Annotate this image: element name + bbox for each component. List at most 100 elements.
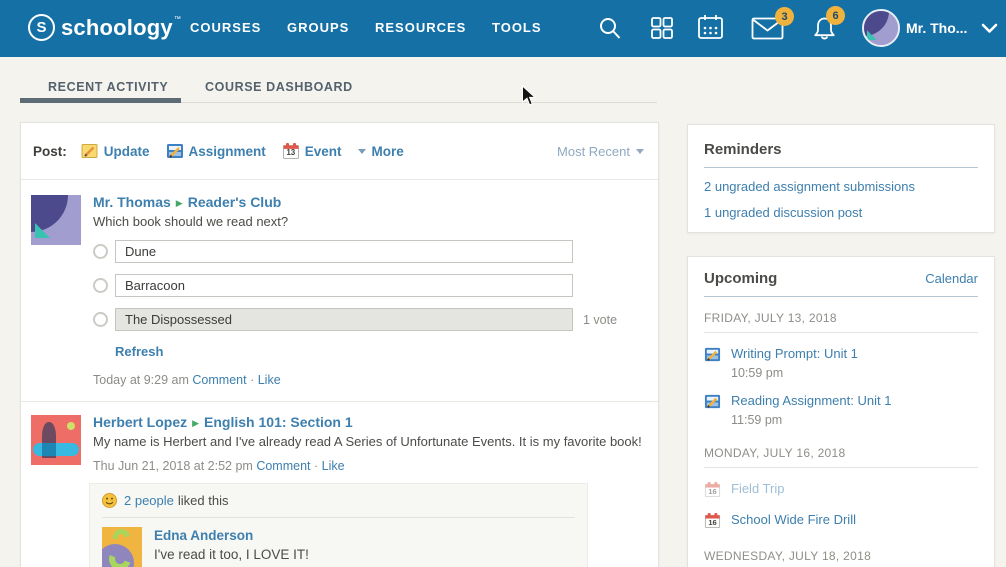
calendar-link[interactable]: Calendar [925, 271, 978, 286]
more-label: More [372, 144, 404, 159]
reminders-header: Reminders [704, 141, 978, 168]
user-avatar[interactable] [862, 9, 900, 47]
poll-radio-barracoon[interactable] [93, 278, 108, 293]
nav-courses[interactable]: COURSES [190, 20, 261, 35]
event-row-fire-drill: 16 School Wide Fire Drill [704, 512, 978, 529]
reminders-card: Reminders 2 ungraded assignment submissi… [687, 124, 995, 233]
event-link-field-trip[interactable]: Field Trip [731, 481, 784, 497]
event-link-writing-prompt[interactable]: Writing Prompt: Unit 1 [731, 346, 858, 362]
poll-meta-row: Today at 9:29 am Comment · Like [93, 373, 646, 387]
tab-course-dashboard[interactable]: COURSE DASHBOARD [205, 80, 353, 94]
post-update-button[interactable]: Update [81, 142, 150, 160]
nav-resources[interactable]: RESOURCES [375, 20, 466, 35]
poll-like-link[interactable]: Like [258, 373, 281, 387]
schoology-page: S schoology ™ COURSES GROUPS RESOURCES T… [0, 0, 1006, 567]
mouse-cursor [521, 85, 536, 112]
herbert-lopez-avatar[interactable] [31, 415, 81, 465]
more-caret-icon [358, 149, 366, 154]
search-icon[interactable] [598, 16, 622, 41]
post-composer: Post: Update Assignment 13 Event [21, 123, 658, 180]
smiley-icon [102, 493, 117, 508]
ungraded-discussion-link[interactable]: 1 ungraded discussion post [704, 205, 978, 220]
chevron-down-icon[interactable] [981, 23, 998, 34]
update-icon [81, 142, 99, 160]
event-icon: 16 [704, 512, 721, 529]
date-header-friday: FRIDAY, JULY 13, 2018 [704, 311, 978, 333]
trademark-mark: ™ [174, 16, 181, 23]
poll-byline: Mr. Thomas ▶ Reader's Club [93, 194, 646, 210]
update-label: Update [104, 144, 150, 159]
post-assignment-button[interactable]: Assignment [166, 142, 266, 160]
poll-option-dispossessed[interactable]: The Dispossessed [115, 308, 573, 331]
herbert-byline: Herbert Lopez ▶ English 101: Section 1 [93, 414, 646, 430]
assignment-icon [704, 346, 721, 363]
mr-thomas-avatar-art [31, 195, 81, 245]
herbert-comment-link[interactable]: Comment [256, 459, 310, 473]
date-header-wednesday: WEDNESDAY, JULY 18, 2018 [704, 549, 978, 567]
course-link-readers-club[interactable]: Reader's Club [188, 194, 282, 210]
poll-vote-count: 1 vote [583, 313, 617, 327]
post-label: Post: [33, 144, 67, 159]
liked-this-text: liked this [178, 493, 229, 508]
messages-icon[interactable]: 3 [751, 17, 784, 40]
herbert-post-body: My name is Herbert and I've already read… [93, 434, 646, 449]
user-menu-name[interactable]: Mr. Tho... [906, 20, 967, 36]
activity-feed-card: Post: Update Assignment 13 Event [20, 122, 659, 567]
edna-avatar-art [102, 527, 142, 567]
nav-tools[interactable]: TOOLS [492, 20, 542, 35]
herbert-meta-row: Thu Jun 21, 2018 at 2:52 pm Comment · Li… [93, 459, 646, 473]
notifications-bell-icon[interactable]: 6 [811, 15, 838, 43]
poll-refresh-link[interactable]: Refresh [115, 344, 163, 359]
apps-grid-icon[interactable] [650, 16, 674, 40]
poll-radio-dune[interactable] [93, 244, 108, 259]
event-link-reading-assignment[interactable]: Reading Assignment: Unit 1 [731, 393, 891, 409]
messages-badge: 3 [775, 7, 794, 26]
comment-author-link[interactable]: Edna Anderson [154, 528, 253, 543]
likes-row: 2 people liked this [102, 493, 575, 518]
ungraded-assignments-link[interactable]: 2 ungraded assignment submissions [704, 179, 978, 194]
comment-item: Edna Anderson I've read it too, I LOVE I… [102, 527, 575, 567]
event-row-field-trip: 16 Field Trip [704, 481, 978, 498]
poll-option-dune[interactable]: Dune [115, 240, 573, 263]
upcoming-card: Upcoming Calendar FRIDAY, JULY 13, 2018 … [687, 256, 995, 567]
poll-question: Which book should we read next? [93, 214, 646, 229]
poll-timestamp: Today at 9:29 am [93, 373, 189, 387]
sort-most-recent-dropdown[interactable]: Most Recent [557, 144, 644, 159]
author-link-herbert-lopez[interactable]: Herbert Lopez [93, 414, 187, 430]
edna-anderson-avatar[interactable] [102, 527, 142, 567]
event-icon-day: 13 [282, 148, 300, 158]
poll-radio-dispossessed[interactable] [93, 312, 108, 327]
tab-recent-activity[interactable]: RECENT ACTIVITY [48, 80, 168, 94]
mr-thomas-avatar[interactable] [31, 195, 81, 245]
event-label: Event [305, 144, 342, 159]
poll-option-barracoon[interactable]: Barracoon [115, 274, 573, 297]
byline-arrow-icon: ▶ [176, 198, 183, 208]
event-icon: 16 [704, 481, 721, 498]
author-link-mr-thomas[interactable]: Mr. Thomas [93, 194, 171, 210]
byline-arrow-icon: ▶ [192, 418, 199, 428]
sort-label: Most Recent [557, 144, 630, 159]
poll-comment-link[interactable]: Comment [192, 373, 246, 387]
post-event-button[interactable]: 13 Event [282, 142, 342, 160]
dot-separator: · [314, 459, 318, 473]
calendar-icon[interactable] [697, 13, 724, 41]
assignment-icon [166, 142, 184, 160]
herbert-timestamp: Thu Jun 21, 2018 at 2:52 pm [93, 459, 253, 473]
event-row-writing-prompt: Writing Prompt: Unit 1 [704, 346, 978, 363]
notifications-badge: 6 [826, 6, 845, 25]
post-more-button[interactable]: More [358, 144, 404, 159]
course-link-english-101[interactable]: English 101: Section 1 [204, 414, 353, 430]
upcoming-header: Upcoming Calendar [704, 270, 978, 297]
comments-section: 2 people liked this Edna Anderson I've r… [89, 483, 588, 567]
event-icon-day: 16 [704, 487, 721, 497]
event-row-reading-assignment: Reading Assignment: Unit 1 [704, 393, 978, 410]
poll-option-row: Barracoon [93, 274, 646, 297]
liked-by-link[interactable]: 2 people [124, 493, 174, 508]
comment-text: I've read it too, I LOVE IT! [154, 547, 344, 562]
sort-caret-icon [636, 149, 644, 154]
nav-groups[interactable]: GROUPS [287, 20, 349, 35]
schoology-logo[interactable]: S schoology ™ [28, 14, 180, 41]
event-link-fire-drill[interactable]: School Wide Fire Drill [731, 512, 856, 528]
herbert-like-link[interactable]: Like [322, 459, 345, 473]
event-time: 10:59 pm [731, 366, 978, 380]
